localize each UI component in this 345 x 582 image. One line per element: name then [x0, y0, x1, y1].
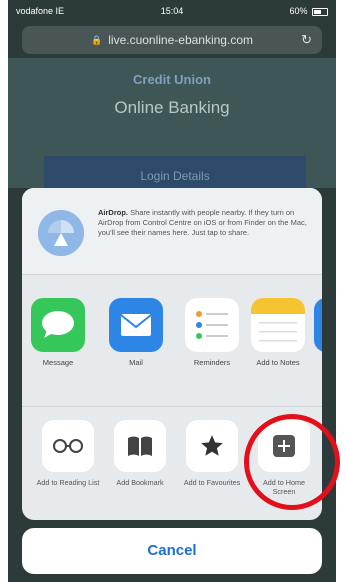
- share-app-notes[interactable]: Add to Notes: [248, 298, 308, 367]
- share-app-mail[interactable]: Mail: [106, 298, 166, 367]
- share-app-reminders[interactable]: Reminders: [182, 298, 242, 367]
- reading-list-icon: [42, 420, 94, 472]
- more-app-icon: [314, 298, 322, 352]
- brand-name: Credit Union: [133, 72, 211, 87]
- action-label: Add to Reading List: [36, 478, 100, 487]
- battery-indicator: 60%: [289, 6, 328, 16]
- airdrop-icon: [38, 210, 84, 256]
- divider: [22, 406, 322, 407]
- action-add-bookmark[interactable]: Add Bookmark: [108, 420, 172, 487]
- page-title: Online Banking: [114, 98, 230, 117]
- battery-icon: [312, 7, 328, 16]
- share-app-label: Mail: [129, 358, 143, 367]
- status-bar: vodafone IE 15:04 60%: [8, 0, 336, 22]
- action-add-favourites[interactable]: Add to Favourites: [180, 420, 244, 487]
- action-add-reading-list[interactable]: Add to Reading List: [36, 420, 100, 487]
- share-app-label: Add to Notes: [256, 358, 300, 367]
- airdrop-section[interactable]: AirDrop. Share instantly with people nea…: [22, 188, 322, 274]
- airdrop-body: Share instantly with people nearby. If t…: [98, 208, 307, 237]
- battery-percent: 60%: [289, 6, 308, 16]
- url-text: live.cuonline-ebanking.com: [108, 33, 253, 47]
- share-app-more[interactable]: [314, 298, 322, 352]
- share-app-messages[interactable]: Message: [28, 298, 88, 367]
- highlight-circle: [244, 414, 340, 510]
- bookmark-icon: [114, 420, 166, 472]
- address-bar[interactable]: 🔒 live.cuonline-ebanking.com ↻: [22, 26, 322, 54]
- reload-icon[interactable]: ↻: [301, 32, 312, 48]
- action-label: Add to Favourites: [183, 478, 241, 487]
- cancel-button[interactable]: Cancel: [22, 528, 322, 574]
- mail-icon: [109, 298, 163, 352]
- clock: 15:04: [160, 6, 184, 16]
- airdrop-description: AirDrop. Share instantly with people nea…: [98, 208, 310, 238]
- app-share-row: Message Mail Reminders Add to Notes: [22, 298, 322, 398]
- action-label: Add Bookmark: [116, 478, 164, 487]
- airdrop-title: AirDrop.: [98, 208, 128, 217]
- favourites-star-icon: [186, 420, 238, 472]
- share-app-label: Message: [42, 358, 74, 367]
- share-app-label: Reminders: [193, 358, 231, 367]
- lock-icon: 🔒: [91, 34, 103, 45]
- messages-icon: [31, 298, 85, 352]
- notes-icon: [251, 298, 305, 352]
- divider: [22, 274, 322, 275]
- reminders-icon: [185, 298, 239, 352]
